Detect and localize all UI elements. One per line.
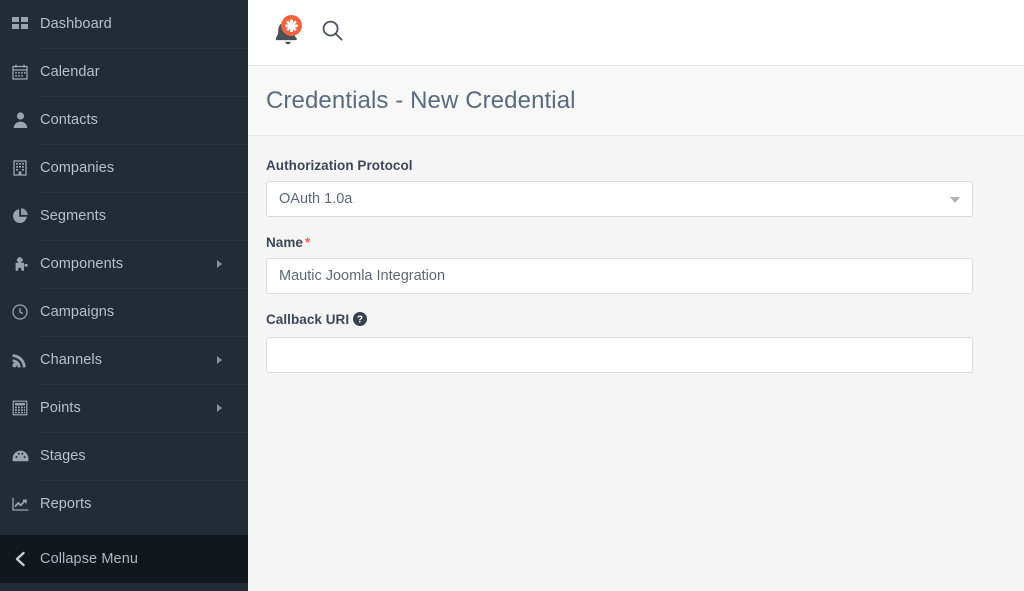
sidebar-item-calendar[interactable]: Calendar xyxy=(0,48,248,96)
sidebar-item-label: Campaigns xyxy=(40,304,115,320)
authorization-protocol-label: Authorization Protocol xyxy=(266,158,1006,173)
sidebar-nav-list: Dashboard Calendar Contacts Companies Se… xyxy=(0,0,248,528)
bell-icon xyxy=(275,14,302,46)
app-root: Dashboard Calendar Contacts Companies Se… xyxy=(0,0,1024,591)
chevron-right-icon xyxy=(217,260,222,268)
chevron-left-icon xyxy=(0,551,40,567)
svg-text:?: ? xyxy=(357,315,363,326)
sidebar-item-dashboard[interactable]: Dashboard xyxy=(0,0,248,48)
sidebar-item-reports[interactable]: Reports xyxy=(0,480,248,528)
sidebar: Dashboard Calendar Contacts Companies Se… xyxy=(0,0,248,591)
credential-name-label: Name * xyxy=(266,235,1006,250)
line-chart-icon xyxy=(0,497,40,511)
label-text: Name xyxy=(266,235,303,250)
callback-uri-input[interactable] xyxy=(266,337,973,373)
gauge-icon xyxy=(0,450,40,463)
puzzle-icon xyxy=(0,256,40,272)
field-group-credential-name: Name * xyxy=(266,235,1006,294)
sidebar-item-companies[interactable]: Companies xyxy=(0,144,248,192)
chevron-right-icon xyxy=(217,404,222,412)
sidebar-item-label: Components xyxy=(40,256,124,272)
calendar-icon xyxy=(0,64,40,80)
main-area: Credentials - New Credential Authorizati… xyxy=(248,0,1024,591)
callback-uri-label: Callback URI? xyxy=(266,312,1006,329)
user-icon xyxy=(0,112,40,128)
page-header: Credentials - New Credential xyxy=(248,66,1024,136)
sidebar-item-label: Calendar xyxy=(40,64,100,80)
required-marker: * xyxy=(304,235,311,250)
label-text: Authorization Protocol xyxy=(266,158,413,173)
building-icon xyxy=(0,160,40,176)
sidebar-item-contacts[interactable]: Contacts xyxy=(0,96,248,144)
sidebar-item-label: Segments xyxy=(40,208,107,224)
search-icon xyxy=(322,20,343,46)
sidebar-item-label: Channels xyxy=(40,352,103,368)
collapse-menu-button[interactable]: Collapse Menu xyxy=(0,535,248,583)
credential-name-input[interactable] xyxy=(266,258,973,294)
authorization-protocol-select-wrap: OAuth 1.0a xyxy=(266,181,973,217)
calculator-icon xyxy=(0,400,40,416)
question-circle-icon[interactable]: ? xyxy=(353,312,368,329)
pie-chart-icon xyxy=(0,208,40,224)
sidebar-item-points[interactable]: Points xyxy=(0,384,248,432)
sidebar-item-stages[interactable]: Stages xyxy=(0,432,248,480)
sidebar-item-label: Contacts xyxy=(40,112,99,128)
sidebar-item-segments[interactable]: Segments xyxy=(0,192,248,240)
credential-form: Authorization Protocol OAuth 1.0a Name* xyxy=(248,136,1024,591)
asterisk-icon xyxy=(285,19,298,32)
sidebar-item-campaigns[interactable]: Campaigns xyxy=(0,288,248,336)
grid-icon xyxy=(0,16,40,32)
notification-badge xyxy=(281,14,302,36)
field-group-callback-uri: Callback URI? xyxy=(266,312,1006,373)
notifications-button[interactable] xyxy=(266,11,310,55)
rss-icon xyxy=(0,352,40,368)
sidebar-item-components[interactable]: Components xyxy=(0,240,248,288)
sidebar-item-label: Companies xyxy=(40,160,115,176)
sidebar-item-label: Points xyxy=(40,400,81,416)
sidebar-item-label: Dashboard xyxy=(40,16,112,32)
chevron-right-icon xyxy=(217,356,222,364)
search-button[interactable] xyxy=(310,11,354,55)
clock-icon xyxy=(0,304,40,320)
sidebar-item-channels[interactable]: Channels xyxy=(0,336,248,384)
label-text: Callback URI xyxy=(266,312,350,327)
authorization-protocol-select[interactable]: OAuth 1.0a xyxy=(266,181,973,217)
sidebar-item-label: Stages xyxy=(40,448,86,464)
selected-option: OAuth 1.0a xyxy=(279,191,353,207)
collapse-menu-label: Collapse Menu xyxy=(40,551,139,567)
field-group-authorization-protocol: Authorization Protocol OAuth 1.0a xyxy=(266,158,1006,217)
sidebar-item-label: Reports xyxy=(40,496,92,512)
topbar xyxy=(248,0,1024,66)
page-title: Credentials - New Credential xyxy=(266,86,576,114)
